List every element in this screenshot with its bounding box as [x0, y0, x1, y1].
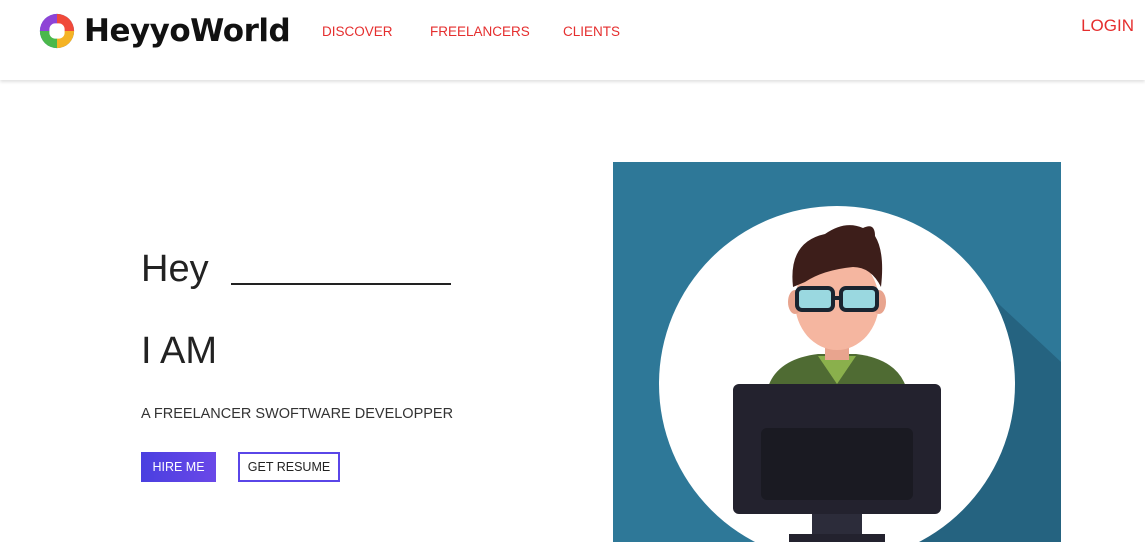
nav-link-discover[interactable]: DISCOVER — [322, 24, 393, 39]
developer-at-computer-illustration — [613, 162, 1061, 542]
hire-me-button[interactable]: HIRE ME — [141, 452, 216, 482]
illustration-svg — [613, 162, 1061, 542]
nav-link-clients[interactable]: CLIENTS — [563, 24, 620, 39]
brand-name: HeyyoWorld — [84, 13, 291, 49]
login-link[interactable]: LOGIN — [1081, 16, 1134, 36]
greeting-line: Hey — [141, 250, 451, 288]
nav-link-freelancers[interactable]: FREELANCERS — [430, 24, 530, 39]
heyyoworld-logo-icon — [39, 13, 75, 49]
get-resume-button[interactable]: GET RESUME — [238, 452, 340, 482]
role-text: A FREELANCER SWOFTWARE DEVELOPPER — [141, 406, 454, 422]
iam-heading: I AM — [141, 330, 218, 372]
typing-underline — [230, 283, 451, 285]
brand-logo[interactable]: HeyyoWorld — [38, 12, 291, 50]
navbar: HeyyoWorld DISCOVER FREELANCERS CLIENTS … — [0, 0, 1145, 80]
hero-text: Hey I AM A FREELANCER SWOFTWARE DEVELOPP… — [141, 250, 453, 482]
greeting: Hey — [141, 248, 209, 290]
